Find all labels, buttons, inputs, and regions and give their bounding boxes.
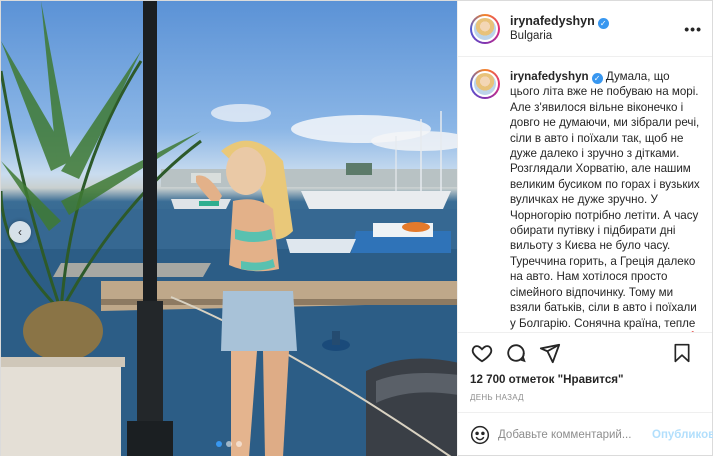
- caption-text: Думала, що цього літа вже не побуваю на …: [510, 70, 700, 332]
- bookmark-icon[interactable]: [668, 339, 696, 367]
- comment-input[interactable]: [498, 429, 652, 441]
- caption-section: irynafedyshyn ✓ Думала, що цього літа вже…: [458, 57, 712, 333]
- publish-button[interactable]: Опубликовать: [652, 429, 713, 441]
- post-timestamp[interactable]: ДЕНЬ НАЗАД: [458, 389, 712, 413]
- share-icon[interactable]: [536, 339, 564, 367]
- more-options-icon[interactable]: •••: [684, 21, 702, 37]
- action-bar: [458, 333, 712, 373]
- verified-badge-icon: ✓: [591, 73, 603, 84]
- carousel-dot: [236, 441, 242, 447]
- chevron-left-icon: ‹: [18, 225, 22, 239]
- comment-icon[interactable]: [502, 339, 530, 367]
- avatar[interactable]: [470, 69, 500, 99]
- carousel-dot: [216, 441, 222, 447]
- comment-box: Опубликовать: [458, 413, 713, 456]
- likes-count[interactable]: 12 700 отметок "Нравится": [458, 373, 712, 389]
- caption-username[interactable]: irynafedyshyn: [510, 70, 589, 83]
- carousel-prev-button[interactable]: ‹: [9, 221, 31, 243]
- post-photo[interactable]: ‹: [1, 1, 457, 456]
- post-header: irynafedyshyn ✓ Bulgaria •••: [458, 1, 712, 57]
- carousel-dots: [216, 441, 242, 447]
- caption: irynafedyshyn ✓ Думала, що цього літа вже…: [510, 69, 700, 332]
- carousel-dot: [226, 441, 232, 447]
- verified-badge-icon: ✓: [597, 18, 609, 29]
- heart-icon[interactable]: [468, 339, 496, 367]
- photo-scene: [1, 1, 457, 456]
- avatar[interactable]: [470, 13, 500, 44]
- header-text: irynafedyshyn ✓ Bulgaria: [510, 13, 684, 44]
- emoji-icon[interactable]: [470, 424, 490, 446]
- location-link[interactable]: Bulgaria: [510, 29, 684, 44]
- post-sidebar: irynafedyshyn ✓ Bulgaria ••• irynafedyshy…: [457, 1, 713, 456]
- username-link[interactable]: irynafedyshyn: [510, 14, 595, 28]
- post-dialog: ‹ irynafedyshyn ✓ Bulgaria ••• irynafedys…: [0, 0, 713, 456]
